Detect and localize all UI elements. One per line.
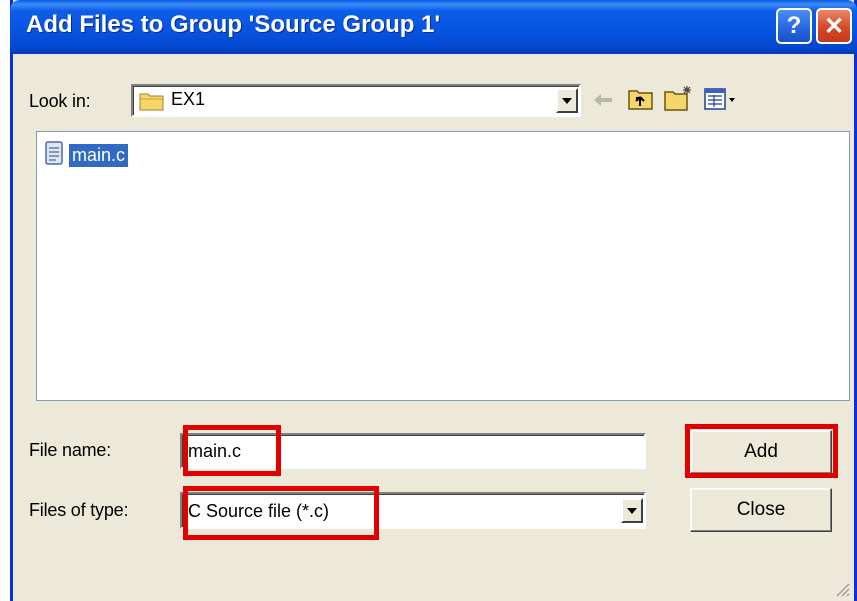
window-close-button[interactable]: ✕ <box>816 8 852 44</box>
folder-icon <box>139 90 165 117</box>
help-button[interactable]: ? <box>776 8 812 44</box>
close-button[interactable]: Close <box>690 488 832 532</box>
dialog-title: Add Files to Group 'Source Group 1' <box>26 11 441 38</box>
file-name-label: main.c <box>69 144 129 167</box>
back-arrow-icon[interactable] <box>591 90 615 115</box>
chevron-down-icon <box>562 97 572 104</box>
dialog-window: Add Files to Group 'Source Group 1' ? ✕ … <box>10 0 857 601</box>
look-in-label: Look in: <box>29 91 91 111</box>
look-in-value: EX1 <box>171 89 206 109</box>
files-of-type-label: Files of type: <box>29 500 129 520</box>
highlight-box-add <box>685 424 838 478</box>
resize-grip-icon[interactable] <box>832 579 850 597</box>
file-list[interactable]: main.c <box>36 131 850 401</box>
new-folder-icon[interactable] <box>663 84 695 117</box>
c-file-icon <box>43 140 65 171</box>
look-in-combo[interactable]: EX1 <box>131 84 581 117</box>
highlight-box-filename <box>183 425 281 476</box>
list-item[interactable]: main.c <box>43 140 129 171</box>
up-folder-icon[interactable] <box>627 86 655 117</box>
chevron-down-icon <box>627 507 637 514</box>
files-of-type-dropdown-button[interactable] <box>621 498 643 523</box>
look-in-dropdown-button[interactable] <box>556 88 578 113</box>
highlight-box-filetype <box>183 486 379 540</box>
file-name-label: File name: <box>29 440 112 460</box>
view-menu-icon[interactable] <box>703 86 739 117</box>
title-bar[interactable]: Add Files to Group 'Source Group 1' ? ✕ <box>10 0 857 54</box>
